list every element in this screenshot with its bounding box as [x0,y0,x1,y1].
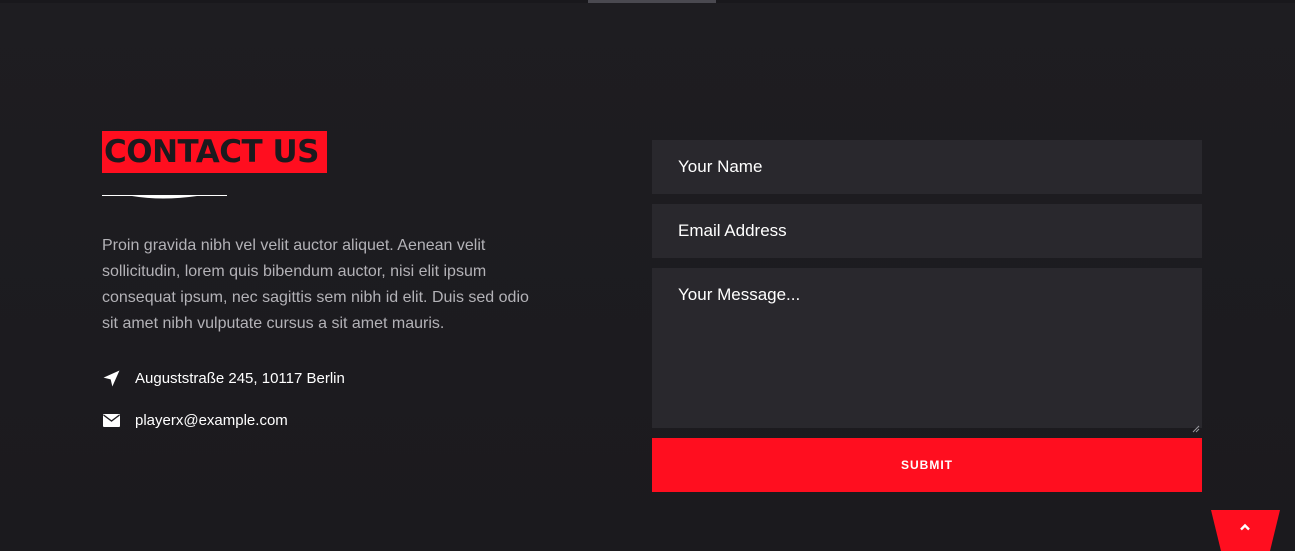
email-placeholder: Email Address [678,221,787,240]
chevron-up-icon [1239,523,1251,531]
back-to-top-button[interactable] [1211,510,1280,551]
name-field[interactable]: Your Name [652,140,1202,194]
message-placeholder: Your Message... [678,285,801,304]
address-row: Auguststraße 245, 10117 Berlin [102,368,542,388]
email-text[interactable]: playerx@example.com [135,412,288,429]
address-text: Auguststraße 245, 10117 Berlin [135,369,345,387]
image-edge [588,0,716,3]
title-highlight: CONTACT US [102,131,327,173]
title-divider [102,192,227,200]
page-title: CONTACT US [104,134,319,170]
submit-button[interactable]: SUBMIT [652,438,1202,492]
contact-info: CONTACT US Proin gravida nibh vel velit … [102,131,542,430]
contact-form: Your Name Email Address Your Message... … [652,140,1202,492]
intro-text: Proin gravida nibh vel velit auctor aliq… [102,237,529,332]
email-field[interactable]: Email Address [652,204,1202,258]
location-arrow-icon [102,369,120,387]
contact-section: CONTACT US Proin gravida nibh vel velit … [0,0,1295,551]
message-field[interactable]: Your Message... [652,268,1202,433]
email-row: playerx@example.com [102,410,542,430]
name-placeholder: Your Name [678,157,763,176]
envelope-icon [102,411,120,429]
resize-handle-icon[interactable] [1192,418,1200,433]
